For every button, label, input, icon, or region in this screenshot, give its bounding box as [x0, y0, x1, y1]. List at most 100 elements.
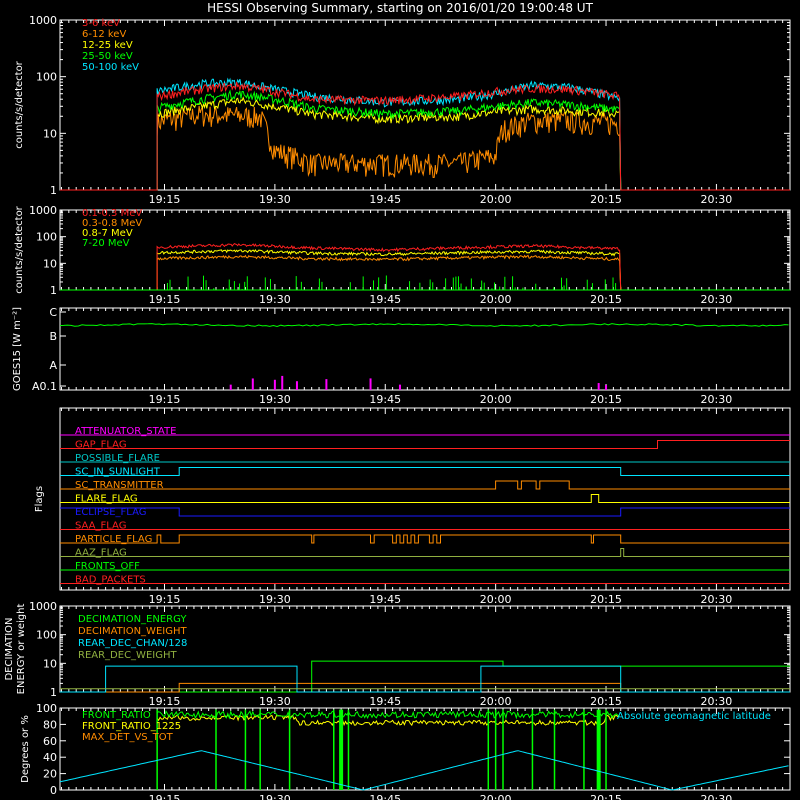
series-line-decimation-weight — [60, 682, 790, 693]
flag-trace — [60, 467, 790, 476]
panel-0-legend-entry: 12-25 keV — [82, 40, 133, 51]
panel-5-time-label: 19:45 — [369, 793, 401, 800]
panel-0-y-tick-label: 1000 — [29, 14, 57, 27]
panel-2-y-tick-label: A0.1 — [32, 380, 57, 393]
flag-trace — [60, 548, 790, 557]
panel-2-frame — [59, 307, 791, 391]
panel-2-y-tick-label: B — [49, 330, 57, 343]
panel-0-legend-entry: 25-50 keV — [82, 51, 133, 62]
goes-magenta-spike — [325, 379, 328, 390]
flag-trace — [60, 440, 790, 449]
panel-5-legend-entry: Absolute geomagnetic latitude — [617, 711, 771, 722]
flag-trace — [60, 534, 790, 544]
goes-magenta-spike — [295, 381, 298, 390]
panel-3-time-label: 20:00 — [480, 593, 512, 606]
panel-0-time-label: 20:30 — [701, 193, 733, 206]
series-line-3-6-kev — [60, 81, 790, 191]
panel-2-time-label: 19:45 — [369, 393, 401, 406]
panel-1-time-label: 19:15 — [149, 293, 181, 306]
panel-0-time-label: 20:15 — [590, 193, 622, 206]
panel-0-time-label: 19:30 — [259, 193, 291, 206]
flag-trace — [60, 480, 790, 490]
panel-1-y-tick-label: 100 — [36, 231, 57, 244]
panel-3-time-label: 19:15 — [149, 593, 181, 606]
panel-4-legend-entry: REAR_DEC_CHAN/128 — [78, 638, 187, 649]
panel-2-y-tick-label: C — [49, 306, 57, 319]
panel-4-time-label: 19:15 — [149, 695, 181, 708]
panel-2-time-label: 20:30 — [701, 393, 733, 406]
goes-magenta-spike — [229, 384, 232, 390]
goes-magenta-spike — [369, 378, 372, 390]
panel-0-legend-entry: 50-100 keV — [82, 62, 139, 73]
panel-3-y-label: Flags — [34, 486, 45, 512]
series-line-goes15 — [59, 323, 789, 328]
hessi-summary-chart: HESSI Observing Summary, starting on 201… — [4, 1, 791, 800]
panel-2-y-tick-label: A — [49, 359, 57, 372]
series-line-front-ratio — [156, 709, 620, 720]
panel-5-legend-entry: FRONT_RATIO_1225 — [82, 721, 181, 732]
series-line-25-50-kev — [60, 89, 790, 191]
panel-1-y-label: counts/s/detector — [14, 205, 25, 293]
panel-2-time-label: 19:30 — [259, 393, 291, 406]
goes-magenta-spike — [605, 385, 608, 390]
series-line-0-1-0-3-mev — [60, 243, 790, 291]
panel-5-y-tick-label: 60 — [43, 735, 57, 748]
panel-5-time-label: 20:30 — [701, 793, 733, 800]
series-line-rear-dec-chan — [60, 665, 790, 693]
panel-2-time-label: 19:15 — [149, 393, 181, 406]
panel-5-legend-entry: FRONT_RATIO — [82, 710, 151, 721]
panel-4-time-label: 19:45 — [369, 695, 401, 708]
panel-2-y-label: GOES15 [W m⁻²] — [12, 307, 23, 391]
panel-4-y-tick-label: 10 — [43, 657, 57, 670]
series-line-0-8-7-mev — [60, 248, 790, 291]
panel-4-y-label: ENERGY or weight — [16, 604, 27, 695]
flag-label: ECLIPSE_FLAG — [75, 507, 146, 518]
panel-4-y-label: DECIMATION — [4, 617, 15, 680]
panel-1-y-tick-label: 10 — [43, 257, 57, 270]
goes-magenta-spike — [273, 379, 276, 390]
panel-5-y-tick-label: 0 — [50, 784, 57, 797]
panel-0-time-label: 19:15 — [149, 193, 181, 206]
panel-0-time-label: 20:00 — [480, 193, 512, 206]
flag-trace — [60, 507, 790, 517]
series-line-geomagnetic-latitude — [59, 750, 789, 791]
panel-0-y-tick-label: 1 — [50, 184, 57, 197]
series-line-0-3-0-8-mev — [60, 254, 790, 291]
panel-5-y-tick-label: 100 — [36, 702, 57, 715]
panel-1-time-label: 19:30 — [259, 293, 291, 306]
panel-5-time-label: 20:15 — [590, 793, 622, 800]
panel-1-time-label: 20:15 — [590, 293, 622, 306]
goes-magenta-spike — [251, 378, 254, 390]
goes-magenta-spike — [398, 384, 401, 390]
panel-5-time-label: 19:30 — [259, 793, 291, 800]
panel-4-legend-entry: REAR_DEC_WEIGHT — [78, 650, 177, 661]
panel-1-y-tick-label: 1 — [50, 284, 57, 297]
panel-4-y-tick-label: 100 — [36, 629, 57, 642]
series-line-50-100-kev — [60, 77, 790, 191]
goes-magenta-spike — [281, 375, 284, 390]
flag-trace — [60, 494, 790, 503]
panel-4-legend-entry: DECIMATION_WEIGHT — [78, 626, 187, 637]
chart-title: HESSI Observing Summary, starting on 201… — [207, 1, 593, 15]
series-line-12-25-kev — [60, 96, 790, 191]
goes-magenta-spike — [597, 383, 600, 390]
panel-5-y-tick-label: 80 — [43, 718, 57, 731]
panel-0-time-label: 19:45 — [369, 193, 401, 206]
panel-4-time-label: 20:00 — [480, 695, 512, 708]
panel-1-time-label: 20:00 — [480, 293, 512, 306]
panel-4-y-tick-label: 1000 — [29, 600, 57, 613]
panel-5-y-tick-label: 40 — [43, 751, 57, 764]
panel-1-legend-entry: 7-20 MeV — [82, 238, 130, 249]
panel-1-time-label: 19:45 — [369, 293, 401, 306]
panel-3-time-label: 19:45 — [369, 593, 401, 606]
panel-5-legend-entry: MAX_DET_VS_TOT — [82, 732, 174, 743]
panel-1-time-label: 20:30 — [701, 293, 733, 306]
panel-4-y-tick-label: 1 — [50, 686, 57, 699]
panel-4-time-label: 20:15 — [590, 695, 622, 708]
panel-4-time-label: 19:30 — [259, 695, 291, 708]
panel-2-time-label: 20:15 — [590, 393, 622, 406]
panel-0-legend-entry: 6-12 keV — [82, 29, 126, 40]
panel-0-y-tick-label: 100 — [36, 71, 57, 84]
panel-3-time-label: 20:15 — [590, 593, 622, 606]
panel-5-y-tick-label: 20 — [43, 768, 57, 781]
